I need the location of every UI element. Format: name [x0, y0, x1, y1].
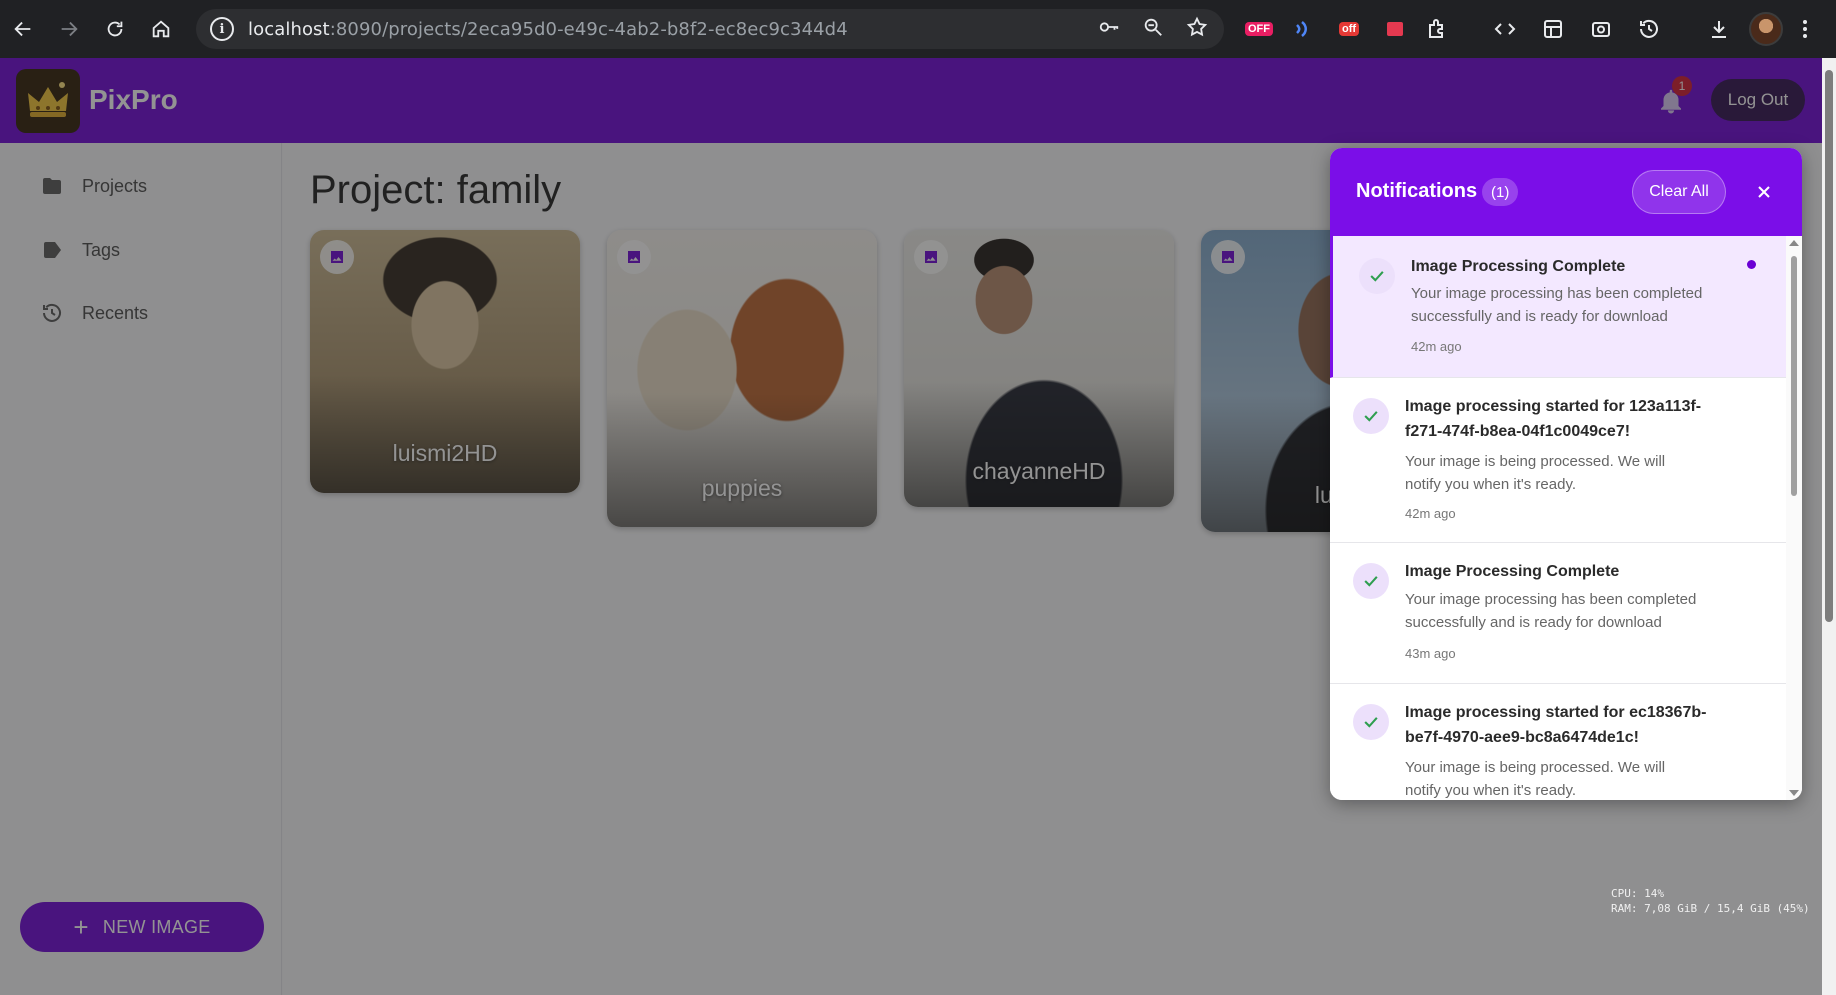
- scroll-up-icon[interactable]: [1789, 240, 1799, 246]
- notification-title: Image processing started for ec18367b-be…: [1405, 704, 1707, 746]
- clear-all-button[interactable]: Clear All: [1632, 170, 1726, 214]
- notification-time: 42m ago: [1411, 339, 1462, 354]
- site-info-icon[interactable]: i: [210, 17, 234, 41]
- home-icon[interactable]: [138, 0, 184, 58]
- notifications-count: (1): [1482, 178, 1519, 206]
- extension-badge-off-2: off: [1338, 22, 1360, 36]
- url-text[interactable]: localhost:8090/projects/2eca95d0-e49c-4a…: [248, 19, 848, 40]
- notification-time: 42m ago: [1405, 506, 1456, 521]
- check-icon: [1353, 563, 1389, 599]
- cpu-readout: CPU: 14%: [1611, 887, 1664, 900]
- history-icon[interactable]: [1632, 0, 1666, 58]
- notifications-title: Notifications: [1356, 180, 1478, 202]
- extension-off-icon[interactable]: OFF: [1236, 0, 1282, 58]
- notification-item[interactable]: Image processing started for 123a113f-f2…: [1330, 378, 1786, 543]
- screenshot-icon[interactable]: [1584, 0, 1618, 58]
- wifi-extension-icon[interactable]: [1286, 0, 1320, 58]
- notification-body: Your image is being processed. We will n…: [1405, 453, 1666, 493]
- password-key-icon[interactable]: [1098, 16, 1120, 43]
- reload-icon[interactable]: [92, 0, 138, 58]
- profile-avatar[interactable]: [1746, 0, 1786, 58]
- extensions-puzzle-icon[interactable]: [1420, 0, 1454, 58]
- notification-body: Your image processing has been completed…: [1405, 591, 1697, 631]
- download-icon[interactable]: [1702, 0, 1736, 58]
- extension-off-2-icon[interactable]: off: [1326, 0, 1372, 58]
- address-bar[interactable]: i localhost:8090/projects/2eca95d0-e49c-…: [196, 9, 1224, 49]
- browser-toolbar: i localhost:8090/projects/2eca95d0-e49c-…: [0, 0, 1836, 58]
- notification-body: Your image processing has been completed…: [1411, 285, 1703, 325]
- notification-time: 43m ago: [1405, 646, 1456, 661]
- notifications-list[interactable]: Image Processing Complete Your image pro…: [1330, 236, 1786, 800]
- notification-item[interactable]: Image Processing Complete Your image pro…: [1330, 543, 1786, 684]
- extension-badge-off: OFF: [1245, 22, 1273, 36]
- browser-menu-icon[interactable]: [1790, 0, 1820, 58]
- back-icon[interactable]: [0, 0, 46, 58]
- notification-title: Image Processing Complete: [1411, 258, 1626, 275]
- zoom-icon[interactable]: [1142, 16, 1164, 43]
- page-scrollbar[interactable]: [1822, 58, 1836, 995]
- notification-title: Image processing started for 123a113f-f2…: [1405, 398, 1702, 440]
- close-icon[interactable]: [1748, 176, 1780, 208]
- page-scrollbar-thumb[interactable]: [1825, 70, 1833, 622]
- layout-icon[interactable]: [1536, 0, 1570, 58]
- notification-body: Your image is being processed. We will n…: [1405, 759, 1666, 799]
- reader-extension-icon[interactable]: [1378, 0, 1412, 58]
- scroll-down-icon[interactable]: [1789, 790, 1799, 796]
- ram-readout: RAM: 7,08 GiB / 15,4 GiB (45%): [1611, 902, 1810, 915]
- notifications-scrollbar-thumb[interactable]: [1791, 256, 1797, 496]
- check-icon: [1353, 398, 1389, 434]
- bookmark-star-icon[interactable]: [1186, 16, 1208, 43]
- url-path: :8090/projects/2eca95d0-e49c-4ab2-b8f2-e…: [329, 18, 848, 40]
- forward-icon[interactable]: [46, 0, 92, 58]
- notifications-header: Notifications (1) Clear All: [1330, 148, 1802, 236]
- url-host: localhost: [248, 18, 330, 40]
- unread-dot: [1747, 260, 1756, 269]
- notification-item[interactable]: Image Processing Complete Your image pro…: [1330, 236, 1786, 378]
- system-monitor: CPU: 14% RAM: 7,08 GiB / 15,4 GiB (45%): [1611, 886, 1810, 916]
- check-icon: [1353, 704, 1389, 740]
- notification-item[interactable]: Image processing started for ec18367b-be…: [1330, 684, 1786, 800]
- notifications-scrollbar[interactable]: [1786, 236, 1802, 800]
- notifications-panel: Notifications (1) Clear All Image Proces…: [1330, 148, 1802, 800]
- notification-title: Image Processing Complete: [1405, 563, 1620, 580]
- devtools-code-icon[interactable]: [1488, 0, 1522, 58]
- check-icon: [1359, 258, 1395, 294]
